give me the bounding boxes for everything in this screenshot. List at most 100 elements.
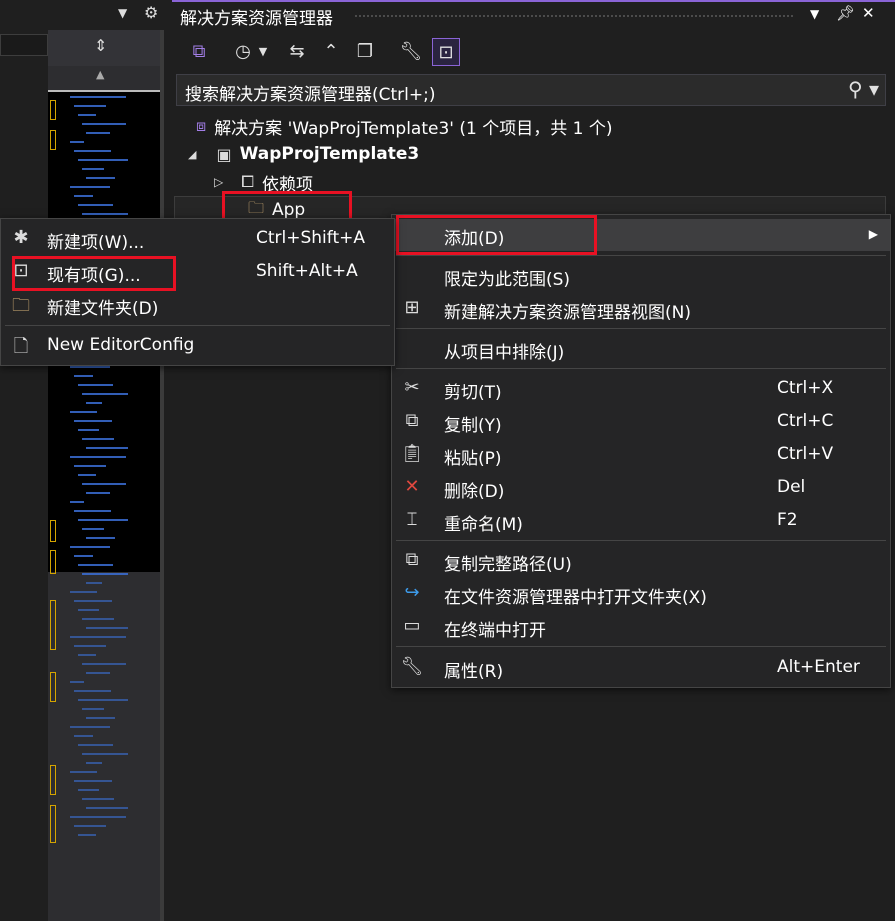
collapsed-arrow-icon[interactable]: ▷ xyxy=(214,175,223,189)
menu-item-open-in-terminal[interactable]: ▭ 在终端中打开 xyxy=(392,611,890,643)
submenu-item-new-item-label: 新建项(W)... xyxy=(47,233,145,253)
minimap-code-line xyxy=(86,447,128,449)
collapse-all-icon[interactable]: ⌃ xyxy=(318,38,344,64)
minimap-code-line xyxy=(82,753,129,755)
explorer-toolbar: ⧉ ◷ ▼ ⇆ ⌃ ❐ 🔧︎ ⊡ xyxy=(172,30,895,72)
minimap-code-line xyxy=(78,384,114,386)
dropdown-icon[interactable]: ▼ xyxy=(118,6,127,20)
minimap-code-line xyxy=(82,213,129,215)
editor-scrollbar[interactable] xyxy=(160,30,164,921)
menu-item-scope[interactable]: 限定为此范围(S) xyxy=(392,260,890,292)
rename-icon: ⌶ xyxy=(406,509,418,530)
menu-item-scope-label: 限定为此范围(S) xyxy=(444,270,571,290)
menu-item-copy[interactable]: ⧉ 复制(Y) Ctrl+C xyxy=(392,406,890,438)
pending-changes-filter-icon[interactable]: ◷ xyxy=(230,38,256,64)
menu-item-cut-shortcut: Ctrl+X xyxy=(777,378,834,398)
menu-item-delete[interactable]: ✕ 删除(D) Del xyxy=(392,472,890,504)
minimap-code-line xyxy=(86,807,128,809)
menu-item-exclude-label: 从项目中排除(J) xyxy=(444,343,565,363)
minimap-code-line xyxy=(74,105,106,107)
solution-label: 解决方案 'WapProjTemplate3' (1 个项目，共 1 个) xyxy=(214,118,613,139)
minimap-code-line xyxy=(82,573,129,575)
minimap-code-line xyxy=(82,663,126,665)
submenu-item-new-item[interactable]: ✱ 新建项(W)... Ctrl+Shift+A xyxy=(1,223,394,255)
new-folder-icon: 🗀 xyxy=(12,295,30,316)
menu-item-cut[interactable]: ✂ 剪切(T) Ctrl+X xyxy=(392,373,890,405)
minimap-code-line xyxy=(74,555,94,557)
submenu-item-editorconfig[interactable]: 🗋 New EditorConfig xyxy=(1,330,394,362)
minimap-code-line xyxy=(78,114,96,116)
properties-wrench-icon[interactable]: 🔧︎ xyxy=(398,38,424,64)
add-submenu: ✱ 新建项(W)... Ctrl+Shift+A ⊡ 现有项(G)... Shi… xyxy=(0,218,395,366)
new-view-icon: ⊞ xyxy=(404,297,420,318)
filter-dropdown-icon[interactable]: ▼ xyxy=(256,38,270,64)
tree-item-solution[interactable]: ⧈ 解决方案 'WapProjTemplate3' (1 个项目，共 1 个) xyxy=(196,112,612,140)
menu-separator xyxy=(396,540,886,541)
preview-selected-icon[interactable]: ⊡ xyxy=(432,38,460,66)
menu-item-delete-shortcut: Del xyxy=(777,477,806,497)
show-all-files-icon[interactable]: ❐ xyxy=(352,38,378,64)
minimap-code-line xyxy=(70,501,85,503)
submenu-item-editorconfig-label: New EditorConfig xyxy=(47,335,195,355)
explorer-title-bar: 解决方案资源管理器 ▼ 📌︎ ✕ xyxy=(172,0,895,30)
minimap-code-line xyxy=(78,699,128,701)
minimap-code-line xyxy=(70,456,126,458)
sync-with-document-icon[interactable]: ⇆ xyxy=(284,38,310,64)
minimap-code-line xyxy=(86,492,110,494)
minimap-code-line xyxy=(86,717,115,719)
editor-navigation-input[interactable] xyxy=(0,34,48,56)
menu-item-properties-label: 属性(R) xyxy=(444,662,504,682)
terminal-icon: ▭ xyxy=(403,615,421,636)
pin-icon[interactable]: 📌︎ xyxy=(836,4,855,22)
search-options-icon[interactable]: ⚲ ▾ xyxy=(848,77,879,101)
split-icon[interactable]: ⇕ xyxy=(94,36,107,55)
minimap-code-line xyxy=(70,186,110,188)
minimap-code-line xyxy=(82,483,126,485)
wrench-icon: 🔧︎ xyxy=(400,656,424,677)
tree-item-project[interactable]: ◢ ▣ WapProjTemplate3 xyxy=(188,140,419,168)
menu-item-paste-shortcut: Ctrl+V xyxy=(777,444,834,464)
menu-separator xyxy=(396,255,886,256)
title-grip[interactable] xyxy=(354,14,794,18)
menu-item-copy-path[interactable]: ⧉ 复制完整路径(U) xyxy=(392,545,890,577)
window-position-icon[interactable]: ▼ xyxy=(810,7,819,21)
search-input[interactable]: 搜索解决方案资源管理器(Ctrl+;) ⚲ ▾ xyxy=(176,74,886,106)
menu-item-new-view[interactable]: ⊞ 新建解决方案资源管理器视图(N) xyxy=(392,293,890,325)
menu-item-open-in-explorer[interactable]: ↪ 在文件资源管理器中打开文件夹(X) xyxy=(392,578,890,610)
switch-views-icon[interactable]: ⧉ xyxy=(186,38,212,64)
menu-separator xyxy=(5,325,390,326)
minimap-code-line xyxy=(78,654,96,656)
menu-item-copy-shortcut: Ctrl+C xyxy=(777,411,834,431)
change-marker xyxy=(50,100,56,120)
project-icon: ▣ xyxy=(216,144,232,164)
menu-item-open-in-explorer-label: 在文件资源管理器中打开文件夹(X) xyxy=(444,588,707,608)
minimap-code-line xyxy=(86,762,102,764)
minimap-code-line xyxy=(82,438,114,440)
change-marker xyxy=(50,600,56,650)
menu-item-open-in-terminal-label: 在终端中打开 xyxy=(444,621,546,641)
context-menu: 添加(D) ▶ 限定为此范围(S) ⊞ 新建解决方案资源管理器视图(N) 从项目… xyxy=(391,214,891,688)
editor-topbar: ▼ ⚙ xyxy=(0,0,164,30)
change-marker xyxy=(50,765,56,795)
submenu-arrow-icon: ▶ xyxy=(868,227,878,241)
menu-item-cut-label: 剪切(T) xyxy=(444,383,502,403)
scroll-up-icon[interactable]: ▲ xyxy=(96,68,104,81)
minimap-code-line xyxy=(78,159,128,161)
minimap-code-line xyxy=(78,429,99,431)
menu-item-exclude[interactable]: 从项目中排除(J) xyxy=(392,333,890,365)
menu-item-rename-label: 重命名(M) xyxy=(444,515,523,535)
menu-item-rename[interactable]: ⌶ 重命名(M) F2 xyxy=(392,505,890,537)
minimap-code-line xyxy=(82,708,105,710)
menu-item-paste[interactable]: 📋︎ 粘贴(P) Ctrl+V xyxy=(392,439,890,471)
expand-arrow-icon[interactable]: ◢ xyxy=(188,148,196,161)
minimap-code-line xyxy=(70,591,98,593)
menu-item-paste-label: 粘贴(P) xyxy=(444,449,502,469)
gear-icon[interactable]: ⚙ xyxy=(144,3,158,22)
close-icon[interactable]: ✕ xyxy=(862,4,875,22)
submenu-item-new-folder[interactable]: 🗀 新建文件夹(D) xyxy=(1,289,394,321)
minimap-code-line xyxy=(74,375,94,377)
minimap-code-line xyxy=(86,672,110,674)
minimap-code-line xyxy=(70,816,126,818)
menu-item-properties[interactable]: 🔧︎ 属性(R) Alt+Enter xyxy=(392,652,890,684)
minimap-code-line xyxy=(70,771,98,773)
